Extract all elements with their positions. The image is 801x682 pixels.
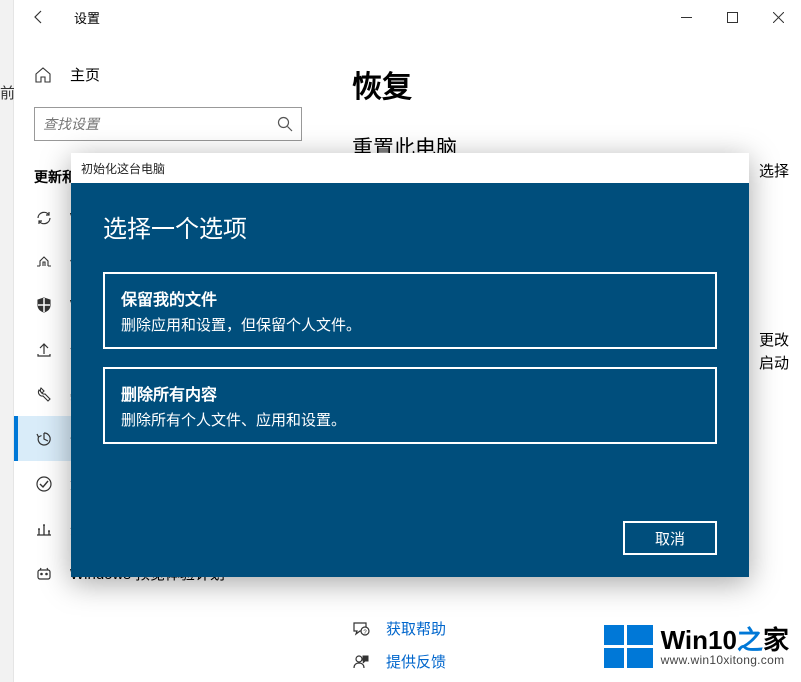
dialog-header: 初始化这台电脑 xyxy=(71,153,749,183)
sidebar-home[interactable]: 主页 xyxy=(14,56,322,93)
dialog-body: 选择一个选项 保留我的文件 删除应用和设置，但保留个人文件。 删除所有内容 删除… xyxy=(71,183,749,577)
arrow-left-icon xyxy=(31,9,47,25)
option-desc: 删除所有个人文件、应用和设置。 xyxy=(121,409,699,430)
option-remove-everything[interactable]: 删除所有内容 删除所有个人文件、应用和设置。 xyxy=(103,367,717,444)
option-desc: 删除应用和设置，但保留个人文件。 xyxy=(121,314,699,335)
back-button[interactable] xyxy=(22,0,56,34)
shield-icon xyxy=(34,296,54,314)
window-title: 设置 xyxy=(74,8,100,27)
left-edge-strip: 前 xyxy=(0,0,14,682)
cancel-button[interactable]: 取消 xyxy=(623,521,717,555)
edge-text: 前 xyxy=(0,82,15,103)
minimize-icon xyxy=(681,12,692,23)
sync-icon xyxy=(34,209,54,227)
troubleshoot-icon xyxy=(34,385,54,403)
windows-logo-icon xyxy=(604,625,653,668)
search-input-box[interactable] xyxy=(34,107,302,141)
page-title: 恢复 xyxy=(352,62,801,106)
home-icon xyxy=(34,66,54,84)
maximize-button[interactable] xyxy=(709,0,755,34)
feedback-link[interactable]: 提供反馈 xyxy=(386,651,446,672)
option-title: 删除所有内容 xyxy=(121,381,699,405)
activation-icon xyxy=(34,475,54,493)
option-keep-files[interactable]: 保留我的文件 删除应用和设置，但保留个人文件。 xyxy=(103,272,717,349)
minimize-button[interactable] xyxy=(663,0,709,34)
watermark-text: Win10之家 www.win10xitong.com xyxy=(661,627,789,667)
help-icon: ? xyxy=(352,620,372,638)
search-icon xyxy=(277,116,293,132)
watermark-url: www.win10xitong.com xyxy=(661,653,789,667)
developer-icon xyxy=(34,520,54,538)
dialog-title: 选择一个选项 xyxy=(103,209,717,244)
sidebar-home-label: 主页 xyxy=(70,64,100,85)
window-controls xyxy=(663,0,801,34)
backup-icon xyxy=(34,340,54,358)
watermark: Win10之家 www.win10xitong.com xyxy=(604,625,789,668)
side-text-2: 更改 启动 xyxy=(759,330,789,375)
close-icon xyxy=(773,12,784,23)
insider-icon xyxy=(34,565,54,583)
search-input[interactable] xyxy=(43,116,277,132)
get-help-link[interactable]: 获取帮助 xyxy=(386,618,446,639)
delivery-icon xyxy=(34,253,54,271)
feedback-icon xyxy=(352,653,372,671)
recovery-icon xyxy=(34,430,54,448)
side-text-1: 选择 xyxy=(759,160,789,181)
close-button[interactable] xyxy=(755,0,801,34)
maximize-icon xyxy=(727,12,738,23)
titlebar: 设置 xyxy=(14,0,801,34)
option-title: 保留我的文件 xyxy=(121,286,699,310)
reset-pc-dialog: 初始化这台电脑 选择一个选项 保留我的文件 删除应用和设置，但保留个人文件。 删… xyxy=(71,153,749,577)
